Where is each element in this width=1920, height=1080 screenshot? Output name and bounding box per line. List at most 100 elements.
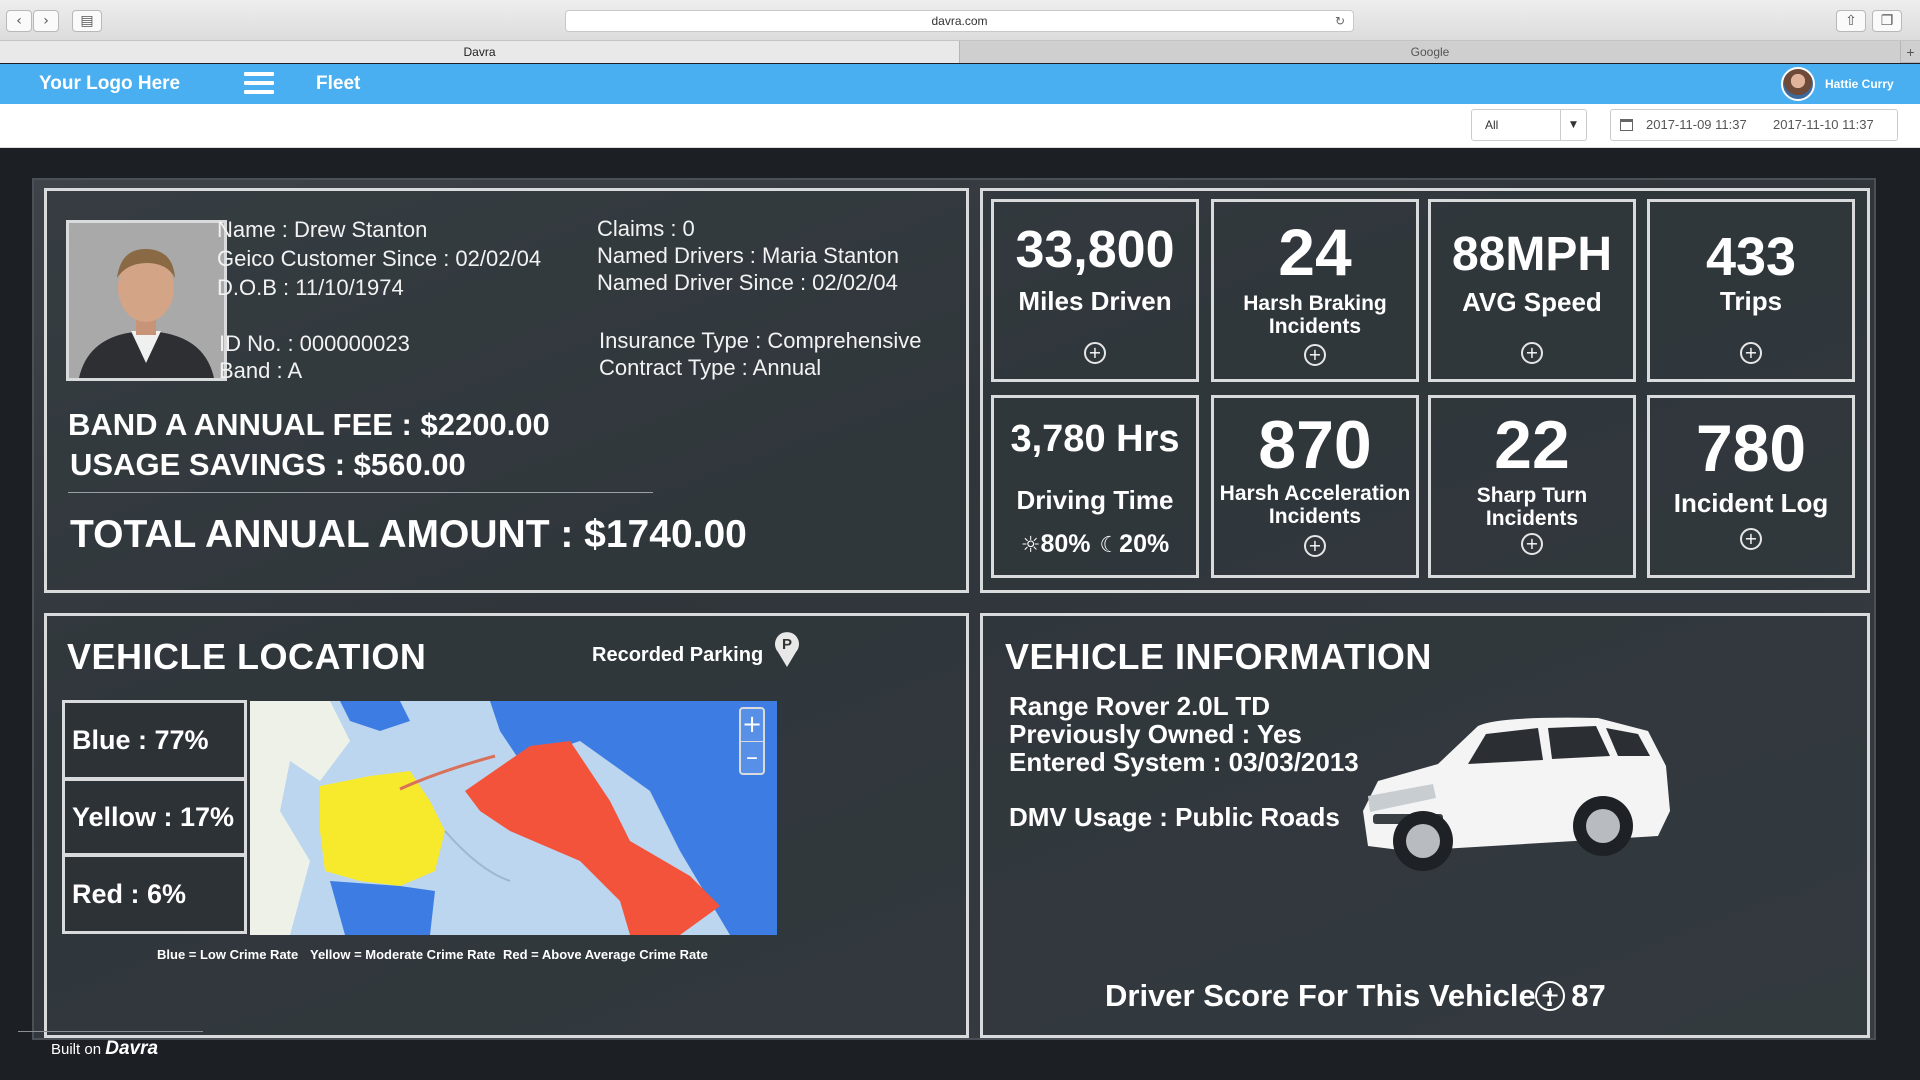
built-on-label: Built on xyxy=(51,1041,102,1058)
nav-fleet[interactable]: Fleet xyxy=(316,64,360,104)
plus-circle-icon[interactable]: + xyxy=(1521,533,1543,555)
panel-title: VEHICLE LOCATION xyxy=(67,636,427,677)
stat-label: Harsh Acceleration Incidents xyxy=(1219,482,1411,529)
day-night-split: ☼80% ☾20% xyxy=(994,530,1196,559)
zoom-out-button[interactable]: – xyxy=(741,742,763,775)
tab-google[interactable]: Google xyxy=(960,41,1900,63)
zone-red: Red : 6% xyxy=(62,854,247,934)
band: Band : A xyxy=(219,358,303,383)
previously-owned: Previously Owned : Yes xyxy=(1009,719,1302,749)
hamburger-menu-icon[interactable] xyxy=(244,72,274,96)
insurance-type: Insurance Type : Comprehensive xyxy=(599,328,922,353)
stat-harsh-acceleration[interactable]: 870 Harsh Acceleration Incidents + xyxy=(1211,395,1419,578)
zoom-in-button[interactable]: + xyxy=(741,709,763,742)
named-drivers: Named Drivers : Maria Stanton xyxy=(597,243,899,268)
stat-value: 3,780 Hrs xyxy=(1010,418,1180,460)
stat-value: 24 xyxy=(1278,215,1352,289)
driver-photo xyxy=(66,220,227,381)
recorded-parking-label: Recorded Parking xyxy=(592,644,764,666)
car-image xyxy=(1363,717,1670,871)
stat-avg-speed[interactable]: 88MPH AVG Speed + xyxy=(1428,199,1636,382)
stat-value: 22 xyxy=(1494,407,1570,483)
stat-incident-log[interactable]: 780 Incident Log + xyxy=(1647,395,1855,578)
date-end: 2017-11-10 11:37 xyxy=(1773,117,1874,132)
customer-since: Geico Customer Since : 02/02/04 xyxy=(217,246,542,271)
plus-circle-icon[interactable]: + xyxy=(1084,342,1106,364)
stats-panel: 33,800 Miles Driven + 24 Harsh Braking I… xyxy=(980,188,1870,593)
caret-down-icon[interactable]: ▼ xyxy=(1560,110,1586,140)
sidebar-toggle-icon[interactable]: ▤ xyxy=(72,10,102,32)
plus-circle-icon[interactable]: + xyxy=(1740,342,1762,364)
total-annual-amount: TOTAL ANNUAL AMOUNT : $1740.00 xyxy=(70,513,747,556)
plus-circle-icon[interactable]: + xyxy=(1521,342,1543,364)
divider xyxy=(68,492,653,493)
davra-logo[interactable]: Davra xyxy=(105,1038,158,1059)
tabs-overview-icon[interactable]: ❐ xyxy=(1872,10,1902,32)
id-number: ID No. : 000000023 xyxy=(219,331,410,356)
annual-fee: BAND A ANNUAL FEE : $2200.00 xyxy=(68,407,550,442)
share-icon[interactable]: ⇧ xyxy=(1836,10,1866,32)
tab-davra[interactable]: Davra xyxy=(0,41,960,63)
driver-profile-panel: Name : Drew Stanton Geico Customer Since… xyxy=(44,188,969,593)
plus-circle-icon[interactable]: + xyxy=(1535,981,1565,1011)
stat-value: 88MPH xyxy=(1451,228,1613,281)
legend-yellow: Yellow = Moderate Crime Rate xyxy=(310,947,496,962)
stat-value: 433 xyxy=(1705,227,1797,287)
stat-label: Harsh Braking Incidents xyxy=(1243,292,1387,339)
moon-icon: ☾ xyxy=(1099,533,1120,558)
date-start: 2017-11-09 11:37 xyxy=(1646,117,1747,132)
stat-label: Driving Time xyxy=(1016,485,1174,515)
reload-icon[interactable]: ↻ xyxy=(1335,11,1345,31)
stat-sharp-turn[interactable]: 22 Sharp Turn Incidents + xyxy=(1428,395,1636,578)
driver-name: Name : Drew Stanton xyxy=(217,217,428,242)
avatar[interactable] xyxy=(1781,67,1815,101)
panel-title: VEHICLE INFORMATION xyxy=(1005,636,1432,677)
filter-select-value: All xyxy=(1485,118,1499,132)
user-name[interactable]: Hattie Curry xyxy=(1825,64,1894,104)
stat-miles-driven[interactable]: 33,800 Miles Driven + xyxy=(991,199,1199,382)
stat-value: 780 xyxy=(1695,411,1807,485)
claims: Claims : 0 xyxy=(597,216,695,241)
named-driver-since: Named Driver Since : 02/02/04 xyxy=(597,270,898,295)
filter-bar: All ▼ 2017-11-09 11:37 2017-11-10 11:37 xyxy=(0,104,1920,148)
stat-trips[interactable]: 433 Trips + xyxy=(1647,199,1855,382)
stat-harsh-braking[interactable]: 24 Harsh Braking Incidents + xyxy=(1211,199,1419,382)
usage-savings: USAGE SAVINGS : $560.00 xyxy=(70,447,466,482)
stat-label: AVG Speed xyxy=(1462,287,1602,317)
parking-pin-icon[interactable]: P xyxy=(772,630,802,668)
address-bar[interactable]: davra.com ↻ xyxy=(565,10,1354,32)
day-percent: 80% xyxy=(1040,530,1091,558)
tab-strip: Davra Google + xyxy=(0,41,1920,63)
zoom-control: + – xyxy=(739,707,765,775)
forward-button[interactable]: › xyxy=(33,10,59,32)
stat-value: 33,800 xyxy=(1015,221,1175,279)
built-on-footer: Built on Davra xyxy=(51,1038,158,1060)
svg-text:P: P xyxy=(782,636,792,653)
date-of-birth: D.O.B : 11/10/1974 xyxy=(217,275,404,300)
crime-map[interactable]: + – xyxy=(250,701,777,935)
date-range-picker[interactable]: 2017-11-09 11:37 2017-11-10 11:37 xyxy=(1610,109,1898,141)
vehicle-information-panel: VEHICLE INFORMATION Range Rover 2.0L TD … xyxy=(980,613,1870,1038)
app-header: Your Logo Here Fleet Hattie Curry xyxy=(0,64,1920,104)
entered-system: Entered System : 03/03/2013 xyxy=(1009,747,1359,777)
back-button[interactable]: ‹ xyxy=(6,10,32,32)
stat-label: Trips xyxy=(1719,286,1783,316)
legend-red: Red = Above Average Crime Rate xyxy=(503,947,708,962)
new-tab-icon[interactable]: + xyxy=(1900,41,1920,63)
logo[interactable]: Your Logo Here xyxy=(39,64,180,104)
dmv-usage: DMV Usage : Public Roads xyxy=(1009,802,1340,832)
driver-score-label: Driver Score For This Vehicle : 87 xyxy=(1105,978,1606,1014)
zone-blue: Blue : 77% xyxy=(62,700,247,780)
url-text: davra.com xyxy=(931,14,988,28)
score-value: 87 xyxy=(1571,978,1606,1013)
plus-circle-icon[interactable]: + xyxy=(1740,528,1762,550)
plus-circle-icon[interactable]: + xyxy=(1304,344,1326,366)
divider xyxy=(18,1031,203,1032)
stat-driving-time[interactable]: 3,780 Hrs Driving Time ☼80% ☾20% xyxy=(991,395,1199,578)
sun-icon: ☼ xyxy=(1020,533,1041,558)
zone-yellow: Yellow : 17% xyxy=(62,778,247,856)
night-percent: 20% xyxy=(1119,530,1170,558)
stat-label: Sharp Turn Incidents xyxy=(1476,484,1588,531)
filter-select[interactable]: All ▼ xyxy=(1471,109,1587,141)
plus-circle-icon[interactable]: + xyxy=(1304,535,1326,557)
